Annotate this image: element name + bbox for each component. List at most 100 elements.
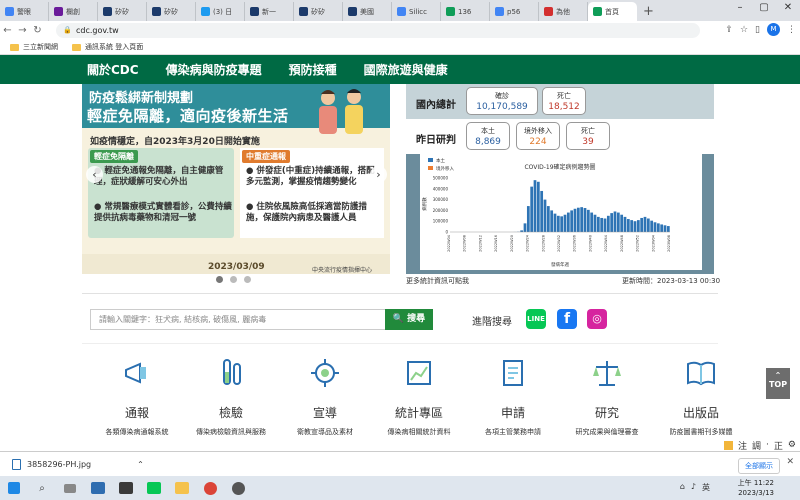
quick-link-test-tube[interactable]: 檢驗 傳染病檢驗資訊與服務 xyxy=(184,356,278,437)
back-icon[interactable]: ← xyxy=(0,25,15,36)
carousel-next-icon[interactable]: › xyxy=(370,166,387,183)
maximize-icon[interactable]: ▢ xyxy=(752,0,776,16)
clock[interactable]: 上午 11:22 2023/3/13 xyxy=(738,478,774,498)
ime-mode-icon[interactable] xyxy=(724,440,733,450)
chart-bar xyxy=(666,226,670,232)
ime-zhuyin[interactable]: 注 xyxy=(738,439,747,452)
quick-link-application[interactable]: 申請 各項主管業務申請 xyxy=(466,356,560,437)
new-tab-icon[interactable]: + xyxy=(643,4,654,19)
side-panel-icon[interactable]: ▯ xyxy=(755,25,760,35)
reload-icon[interactable]: ↻ xyxy=(30,25,45,36)
search-icon[interactable]: ⌕ xyxy=(28,476,56,500)
daily-death-label: 死亡 xyxy=(581,127,595,135)
tab-favicon-icon xyxy=(54,7,63,16)
bookmark-item[interactable]: 通訊系統 登入頁面 xyxy=(72,42,143,52)
chart-bar xyxy=(570,210,574,232)
severe-item-2: ● 住院依風險高低採適當防護措施，保護院內病患及醫護人員 xyxy=(246,202,367,223)
quick-link-microbe[interactable]: 宣導 衛教宣導品及素材 xyxy=(278,356,372,437)
carousel-prev-icon[interactable]: ‹ xyxy=(86,166,103,183)
close-icon[interactable]: ✕ xyxy=(776,0,800,16)
task-view-icon[interactable] xyxy=(56,476,84,500)
carousel-dot[interactable] xyxy=(230,276,237,283)
quick-link-scale[interactable]: 研究 研究成果與倫理審查 xyxy=(560,356,654,437)
search-input[interactable]: 請輸入關鍵字：狂犬病, 結核病, 破傷風, 麗病毒 xyxy=(90,309,386,330)
app-icon[interactable] xyxy=(224,476,252,500)
imported-card: 境外移入 224 xyxy=(516,122,560,150)
chrome-icon[interactable] xyxy=(196,476,224,500)
advanced-search-link[interactable]: 進階搜尋 xyxy=(472,313,512,328)
line-icon[interactable]: LINE xyxy=(526,309,546,329)
browser-tab[interactable]: 矽矽 xyxy=(147,2,196,21)
minimize-icon[interactable]: – xyxy=(728,0,752,16)
window-controls: – ▢ ✕ xyxy=(728,0,800,16)
more-stats-link[interactable]: 更多統計資訊可點我 xyxy=(406,276,469,286)
profile-avatar[interactable]: M xyxy=(767,23,780,36)
instagram-icon[interactable]: ◎ xyxy=(587,309,607,329)
bookmark-item[interactable]: 三立新聞網 xyxy=(10,42,58,52)
browser-tab[interactable]: 新一 xyxy=(245,2,294,21)
facebook-icon[interactable]: f xyxy=(557,309,577,329)
browser-tab[interactable]: 矽矽 xyxy=(294,2,343,21)
url-field[interactable]: 🔒 cdc.gov.tw xyxy=(56,23,700,38)
covid-trend-chart[interactable]: 本土 境外移入 COVID-19確定病例趨勢圖 病例數 發病年週 500000 4… xyxy=(420,154,702,270)
banner-organization: 中央流行疫情指揮中心 xyxy=(312,267,373,274)
bookmark-label: 通訊系統 登入頁面 xyxy=(85,43,144,51)
quick-link-megaphone[interactable]: 通報 各類傳染病通報系統 xyxy=(90,356,184,437)
browser-tab[interactable]: Silicc xyxy=(392,2,441,21)
quick-link-subtitle: 研究成果與倫理審查 xyxy=(575,428,639,436)
tab-favicon-icon xyxy=(495,7,504,16)
quick-link-statistics[interactable]: 統計專區 傳染病相關統計資料 xyxy=(372,356,466,437)
menu-icon[interactable]: ⋮ xyxy=(787,25,796,35)
show-all-button[interactable]: 全部顯示 xyxy=(738,458,780,474)
nav-item-diseases[interactable]: 傳染病與防疫專題 xyxy=(166,61,262,78)
ime-correct[interactable]: 正 xyxy=(774,439,783,452)
news-carousel[interactable]: 防疫鬆綁新制規劃 輕症免隔離，適向疫後新生活 如疫情穩定，自2023年3月20日… xyxy=(82,84,390,274)
browser-tab[interactable]: 欄創 xyxy=(49,2,98,21)
ime-indicator[interactable]: 英 xyxy=(702,482,710,493)
back-to-top-button[interactable]: ⌃ TOP xyxy=(766,368,790,399)
nav-item-travel[interactable]: 國際旅遊與健康 xyxy=(364,61,448,78)
forward-icon[interactable]: → xyxy=(15,25,30,36)
speaker-icon[interactable]: ♪ xyxy=(691,482,696,493)
browser-tab[interactable]: 為他 xyxy=(539,2,588,21)
folder-icon[interactable] xyxy=(168,476,196,500)
chart-x-tick: 2022W32 xyxy=(557,235,561,252)
browser-tab[interactable]: p56 xyxy=(490,2,539,21)
nav-item-about[interactable]: 關於CDC xyxy=(87,61,139,78)
browser-tab[interactable]: 矽矽 xyxy=(98,2,147,21)
download-item[interactable]: 3858296-PH.jpg ⌃ xyxy=(12,458,144,470)
close-icon[interactable]: ✕ xyxy=(786,457,794,467)
app-icon[interactable] xyxy=(84,476,112,500)
gear-icon[interactable]: ⚙ xyxy=(788,440,796,450)
chevron-up-icon[interactable]: ⌃ xyxy=(137,460,144,469)
chart-bar xyxy=(656,223,660,232)
chart-x-label: 發病年週 xyxy=(551,261,569,268)
tab-favicon-icon xyxy=(5,7,14,16)
windows-start-icon[interactable] xyxy=(0,476,28,500)
browser-tab[interactable]: 美國 xyxy=(343,2,392,21)
quick-link-book[interactable]: 出版品 防疫圖書期刊多媒體 xyxy=(654,356,748,437)
browser-tab[interactable]: 首頁 xyxy=(588,2,637,21)
bookmark-star-icon[interactable]: ☆ xyxy=(740,25,748,35)
bookmark-label: 三立新聞網 xyxy=(23,43,58,51)
share-icon[interactable]: ⇪ xyxy=(725,25,733,35)
browser-tab[interactable]: (3) 日 xyxy=(196,2,245,21)
carousel-dot[interactable] xyxy=(216,276,223,283)
app-icon[interactable] xyxy=(112,476,140,500)
yesterday-label: 昨日研判 xyxy=(416,135,456,146)
chart-y-tick: 200000 xyxy=(433,208,449,213)
browser-tab[interactable]: 136 xyxy=(441,2,490,21)
ime-dot[interactable]: · xyxy=(766,440,769,450)
nav-item-vaccination[interactable]: 預防接種 xyxy=(289,61,337,78)
folder-icon xyxy=(10,43,19,51)
browser-tab[interactable]: 警眼 xyxy=(0,2,49,21)
ime-tone[interactable]: 調 xyxy=(752,439,761,452)
tab-favicon-icon xyxy=(152,7,161,16)
network-icon[interactable]: ⌂ xyxy=(680,482,685,493)
chart-bar xyxy=(613,211,617,232)
line-app-icon[interactable] xyxy=(140,476,168,500)
tab-favicon-icon xyxy=(348,7,357,16)
search-button[interactable]: 🔍 搜尋 xyxy=(385,309,433,330)
carousel-dot[interactable] xyxy=(244,276,251,283)
severe-item-1: ● 併發症(中重症)持續通報，搭配多元監測，掌握疫情趨勢變化 xyxy=(246,166,375,187)
